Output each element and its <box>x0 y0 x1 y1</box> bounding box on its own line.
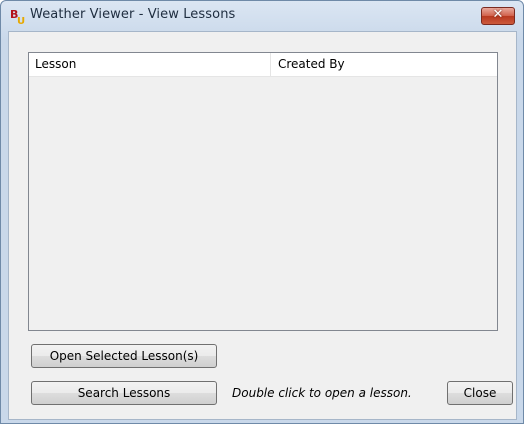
dialog-client-area: Lesson Created By Open Selected Lesson(s… <box>8 31 517 420</box>
list-header: Lesson Created By <box>29 53 497 77</box>
double-click-hint: Double click to open a lesson. <box>232 386 412 400</box>
column-header-created-by[interactable]: Created By <box>272 53 497 76</box>
lessons-list[interactable]: Lesson Created By <box>28 52 498 331</box>
dialog-window: B U Weather Viewer - View Lessons ✕ Less… <box>0 0 524 424</box>
title-bar[interactable]: B U Weather Viewer - View Lessons ✕ <box>1 1 523 31</box>
close-button[interactable]: Close <box>447 381 513 405</box>
column-header-lesson[interactable]: Lesson <box>29 53 271 76</box>
window-close-button[interactable]: ✕ <box>481 7 515 25</box>
open-selected-lessons-button[interactable]: Open Selected Lesson(s) <box>31 344 217 368</box>
bu-logo-icon: B U <box>10 8 26 27</box>
close-icon: ✕ <box>492 7 504 22</box>
window-title: Weather Viewer - View Lessons <box>30 7 236 22</box>
svg-text:U: U <box>17 16 25 24</box>
search-lessons-button[interactable]: Search Lessons <box>31 381 217 405</box>
